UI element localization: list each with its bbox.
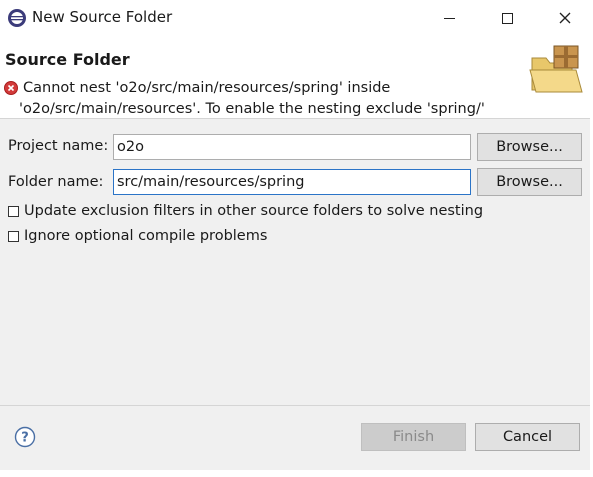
folder-name-label: Folder name: <box>8 174 104 190</box>
update-exclusion-filters-option[interactable]: Update exclusion filters in other source… <box>8 203 483 219</box>
help-icon[interactable]: ? <box>14 426 36 448</box>
browse-project-button[interactable]: Browse... <box>477 133 582 161</box>
maximize-button[interactable] <box>484 0 530 36</box>
update-exclusion-filters-label: Update exclusion filters in other source… <box>24 203 484 219</box>
window-edge-bottom <box>0 470 593 477</box>
page-title: Source Folder <box>5 50 130 69</box>
project-name-label: Project name: <box>8 138 109 154</box>
close-icon <box>559 12 571 24</box>
window-title: New Source Folder <box>32 8 173 26</box>
minimize-icon <box>443 17 455 19</box>
eclipse-icon <box>7 8 27 28</box>
browse-folder-button[interactable]: Browse... <box>477 168 582 196</box>
footer-separator <box>0 405 593 406</box>
cancel-button[interactable]: Cancel <box>475 423 580 451</box>
minimize-button[interactable] <box>426 0 472 36</box>
ignore-compile-problems-label: Ignore optional compile problems <box>24 228 268 244</box>
error-message-line1: Cannot nest 'o2o/src/main/resources/spri… <box>23 80 391 96</box>
error-message-line2: 'o2o/src/main/resources'. To enable the … <box>19 101 485 117</box>
project-name-input[interactable]: o2o <box>113 134 471 160</box>
close-button[interactable] <box>542 0 588 36</box>
finish-button[interactable]: Finish <box>361 423 466 451</box>
error-icon <box>4 81 18 95</box>
maximize-icon <box>501 12 513 24</box>
new-folder-wizard-icon <box>526 42 586 98</box>
svg-text:?: ? <box>21 431 29 446</box>
ignore-compile-problems-option[interactable]: Ignore optional compile problems <box>8 228 267 244</box>
folder-name-input[interactable]: src/main/resources/spring <box>113 169 471 195</box>
ignore-compile-problems-checkbox[interactable] <box>8 230 19 242</box>
update-exclusion-filters-checkbox[interactable] <box>8 205 19 217</box>
